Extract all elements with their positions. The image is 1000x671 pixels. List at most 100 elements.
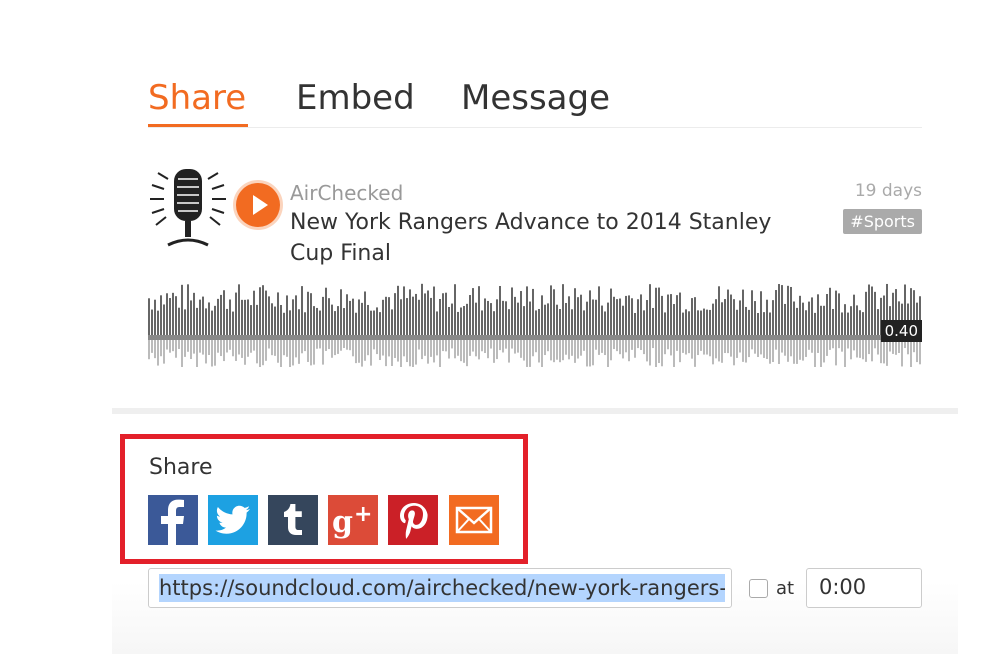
waveform-reflection-bar — [691, 340, 693, 359]
waveform-bar — [817, 294, 819, 335]
waveform-reflection-bar — [376, 340, 378, 355]
waveform-reflection-bar — [865, 340, 867, 362]
waveform-bar — [193, 292, 195, 335]
waveform-reflection-bar — [310, 340, 312, 366]
waveform-reflection-bar — [784, 340, 786, 356]
track-tag[interactable]: #Sports — [843, 209, 922, 234]
waveform-reflection-bar — [478, 340, 480, 360]
waveform-reflection-bar — [226, 340, 228, 353]
waveform-reflection-bar — [268, 340, 270, 349]
waveform-reflection-bar — [838, 340, 840, 349]
tab-share[interactable]: Share — [148, 78, 246, 118]
waveform-bar — [472, 288, 474, 335]
waveform-reflection-bar — [844, 340, 846, 367]
play-button[interactable] — [236, 183, 280, 227]
waveform-bar — [853, 294, 855, 335]
waveform-reflection-bar — [289, 340, 291, 367]
waveform-reflection-bar — [766, 340, 768, 359]
tumblr-share-button[interactable] — [268, 495, 318, 545]
waveform-reflection-bar — [805, 340, 807, 357]
waveform-reflection-bar — [175, 340, 177, 358]
facebook-icon — [148, 495, 198, 545]
waveform-bar — [736, 309, 738, 335]
waveform-bar — [631, 298, 633, 335]
waveform-reflection-bar — [514, 340, 516, 354]
waveform-reflection-bar — [613, 340, 615, 350]
google-plus-share-button[interactable]: g + — [328, 495, 378, 545]
waveform-bar — [247, 299, 249, 335]
share-url-field[interactable]: https://soundcloud.com/airchecked/new-yo… — [148, 568, 732, 608]
waveform-bar — [514, 296, 516, 335]
waveform-bar — [814, 312, 816, 335]
waveform-bar — [544, 304, 546, 335]
share-url-text[interactable]: https://soundcloud.com/airchecked/new-yo… — [159, 574, 725, 602]
pinterest-share-button[interactable] — [388, 495, 438, 545]
waveform-bar — [685, 309, 687, 335]
waveform-bar — [481, 310, 483, 335]
waveform-reflection-bar — [313, 340, 315, 365]
waveform-bar — [679, 292, 681, 335]
waveform-bar — [643, 310, 645, 335]
waveform-reflection-bar — [826, 340, 828, 356]
twitter-share-button[interactable] — [208, 495, 258, 545]
waveform-bar — [529, 301, 531, 335]
waveform-reflection-bar — [685, 340, 687, 355]
waveform-bar — [385, 296, 387, 335]
waveform-bar — [655, 287, 657, 335]
start-at-checkbox[interactable] — [749, 579, 768, 598]
waveform-reflection-bar — [499, 340, 501, 351]
waveform-bar — [352, 298, 354, 335]
waveform-reflection-bar — [811, 340, 813, 353]
waveform-reflection-bar — [223, 340, 225, 362]
tab-embed[interactable]: Embed — [296, 78, 415, 118]
waveform-bar — [616, 299, 618, 335]
waveform-bar — [214, 305, 216, 335]
track-title[interactable]: New York Rangers Advance to 2014 Stanley… — [290, 207, 810, 269]
waveform-reflection-bar — [388, 340, 390, 357]
waveform-reflection-bar — [616, 340, 618, 352]
waveform-reflection-bar — [619, 340, 621, 355]
waveform-bar — [343, 308, 345, 335]
waveform-reflection-bar — [763, 340, 765, 358]
waveform-bar — [547, 303, 549, 335]
waveform-reflection-bar — [637, 340, 639, 349]
waveform-bar — [826, 293, 828, 335]
track-uploader[interactable]: AirChecked — [290, 181, 403, 205]
waveform-bar — [805, 310, 807, 335]
waveform-reflection-bar — [682, 340, 684, 353]
waveform-bar — [271, 303, 273, 335]
share-dialog-tabs: Share Embed Message — [148, 70, 922, 128]
facebook-share-button[interactable] — [148, 495, 198, 545]
waveform-bar — [454, 284, 456, 335]
waveform-reflection-bar — [532, 340, 534, 357]
waveform-reflection-bar — [151, 340, 153, 353]
waveform-reflection-bar — [787, 340, 789, 362]
waveform-reflection-bar — [430, 340, 432, 357]
email-share-button[interactable] — [449, 495, 499, 545]
waveform-bar — [550, 285, 552, 335]
tab-message[interactable]: Message — [461, 78, 610, 118]
waveform-reflection-bar — [547, 340, 549, 352]
waveform-reflection-bar — [775, 340, 777, 350]
waveform-reflection-bar — [892, 340, 894, 354]
waveform[interactable] — [148, 277, 922, 367]
waveform-bar — [244, 299, 246, 335]
waveform-bar — [190, 300, 192, 335]
waveform-bar — [799, 295, 801, 335]
waveform-reflection-bar — [358, 340, 360, 363]
waveform-reflection-bar — [463, 340, 465, 363]
waveform-reflection-bar — [331, 340, 333, 358]
waveform-bar — [751, 290, 753, 335]
waveform-reflection-bar — [235, 340, 237, 361]
waveform-reflection-bar — [733, 340, 735, 366]
waveform-reflection-bar — [181, 340, 183, 367]
waveform-bar — [670, 294, 672, 335]
waveform-bar — [619, 298, 621, 335]
waveform-reflection-bar — [667, 340, 669, 350]
waveform-reflection-bar — [562, 340, 564, 361]
waveform-bar — [358, 299, 360, 335]
waveform-reflection-bar — [157, 340, 159, 366]
start-time-field[interactable]: 0:00 — [806, 568, 922, 608]
waveform-bar — [820, 305, 822, 335]
waveform-reflection-bar — [592, 340, 594, 366]
